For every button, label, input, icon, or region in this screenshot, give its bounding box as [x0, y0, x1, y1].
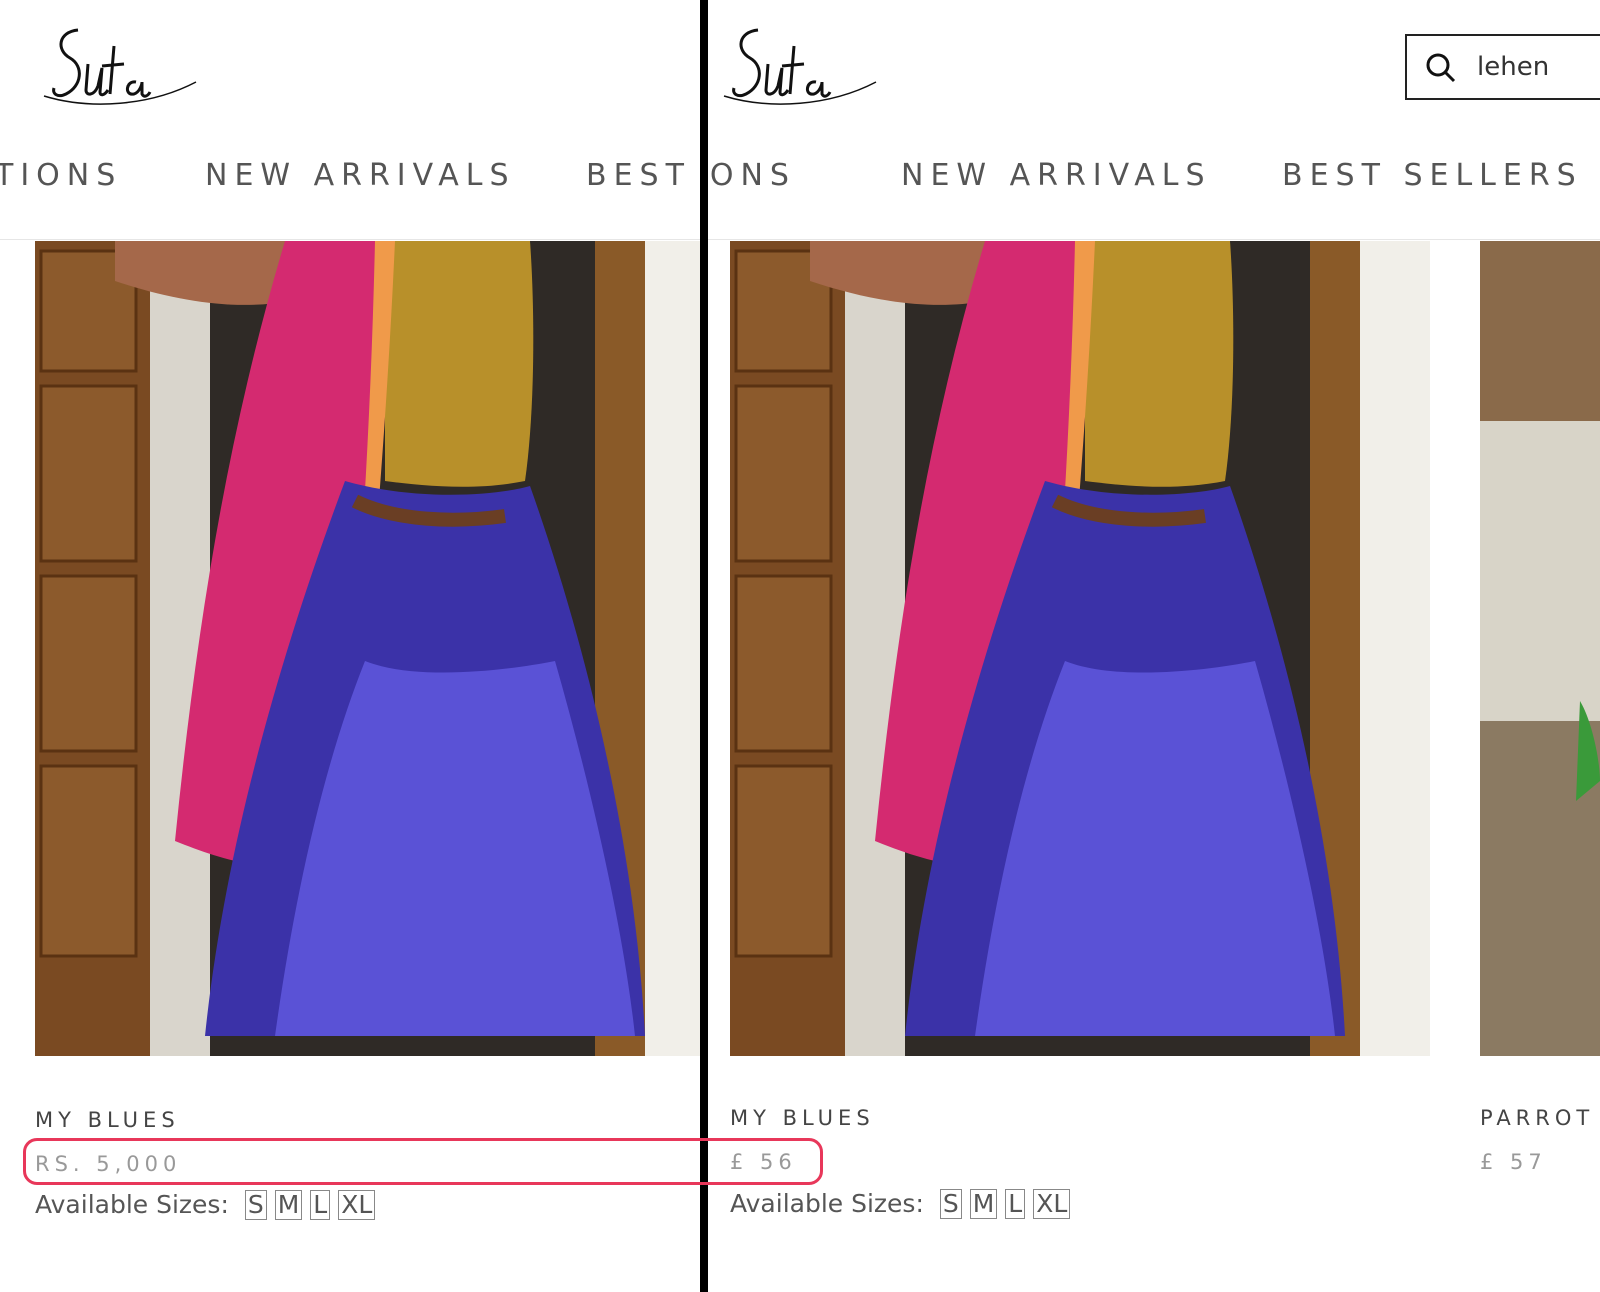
- product-title[interactable]: MY BLUES: [730, 1106, 875, 1130]
- size-option-m[interactable]: M: [969, 1189, 998, 1219]
- product-title[interactable]: MY BLUES: [35, 1108, 180, 1132]
- size-option-s[interactable]: S: [939, 1189, 962, 1219]
- size-option-m[interactable]: M: [274, 1190, 303, 1220]
- size-option-xl[interactable]: XL: [338, 1190, 376, 1220]
- search-box[interactable]: [1405, 34, 1600, 100]
- sizes-label: Available Sizes:: [730, 1189, 924, 1218]
- nav-item-collections[interactable]: TIONS: [0, 158, 122, 193]
- nav-item-best-sellers[interactable]: BEST: [586, 158, 691, 193]
- comparison-divider: [700, 0, 708, 1292]
- size-option-s[interactable]: S: [244, 1190, 267, 1220]
- nav-item-new-arrivals[interactable]: NEW ARRIVALS: [901, 158, 1212, 193]
- main-nav: TIONS NEW ARRIVALS BEST: [0, 158, 700, 204]
- nav-item-new-arrivals[interactable]: NEW ARRIVALS: [205, 158, 516, 193]
- lehenga-photo: [35, 241, 700, 1056]
- next-product-price: £ 57: [1480, 1150, 1547, 1174]
- suta-logo[interactable]: [40, 24, 200, 114]
- suta-logo[interactable]: [720, 24, 880, 114]
- size-option-xl[interactable]: XL: [1033, 1189, 1071, 1219]
- available-sizes: Available Sizes: S M L XL: [730, 1189, 1071, 1219]
- nav-divider: [708, 239, 1600, 240]
- nav-item-collections[interactable]: IONS: [708, 158, 796, 193]
- main-nav: IONS NEW ARRIVALS BEST SELLERS: [708, 158, 1600, 204]
- nav-item-best-sellers[interactable]: BEST SELLERS: [1282, 158, 1583, 193]
- lehenga-photo: [730, 241, 1430, 1056]
- next-product-image[interactable]: [1480, 241, 1600, 1056]
- suta-logo-mark: [723, 28, 877, 105]
- price-highlight-annotation: [23, 1138, 823, 1185]
- search-icon[interactable]: [1425, 52, 1457, 84]
- left-screenshot-panel: TIONS NEW ARRIVALS BEST MY BLUES RS. 5,0…: [0, 0, 700, 1292]
- right-screenshot-panel: IONS NEW ARRIVALS BEST SELLERS: [708, 0, 1600, 1292]
- product-image[interactable]: [35, 241, 700, 1056]
- available-sizes: Available Sizes: S M L XL: [35, 1190, 376, 1220]
- size-option-l[interactable]: L: [1005, 1189, 1026, 1219]
- size-option-l[interactable]: L: [310, 1190, 331, 1220]
- search-input[interactable]: [1477, 48, 1600, 86]
- sizes-label: Available Sizes:: [35, 1190, 229, 1219]
- suta-logo-mark: [43, 28, 197, 105]
- nav-divider: [0, 239, 700, 240]
- parrot-photo: [1480, 241, 1600, 1056]
- next-product-title[interactable]: PARROT: [1480, 1106, 1594, 1130]
- product-image[interactable]: [730, 241, 1430, 1056]
